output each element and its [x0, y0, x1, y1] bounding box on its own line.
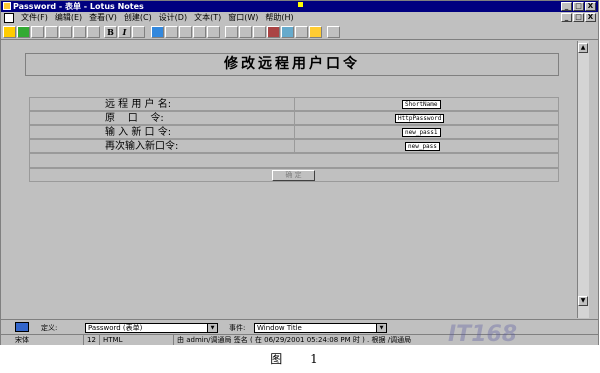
italic-icon[interactable]: I: [118, 26, 131, 38]
event-combo[interactable]: Window Title ▼: [254, 323, 387, 333]
form-row: 原 口 令: HttpPassword: [29, 111, 559, 125]
lotus-notes-window: Password - 表单 - Lotus Notes _ □ X 文件(F) …: [0, 0, 599, 345]
menu-edit[interactable]: 编辑(E): [55, 12, 82, 24]
new-pass-field[interactable]: new_pass: [405, 142, 440, 151]
define-label: 定义:: [41, 324, 58, 332]
form-heading: 修改远程用户口令: [25, 53, 559, 76]
copy-icon[interactable]: [45, 26, 58, 38]
design-icon[interactable]: [151, 26, 164, 38]
chevron-down-icon[interactable]: ▼: [207, 324, 217, 332]
style-icon[interactable]: [309, 26, 322, 38]
scroll-up-button[interactable]: ▲: [578, 43, 588, 53]
menu-create[interactable]: 创建(C): [124, 12, 152, 24]
status-message: 由 admin/调通局 签名 ( 在 06/29/2001 05:24:08 P…: [177, 336, 412, 344]
outdent-icon[interactable]: [295, 26, 308, 38]
form-row: 远 程 用 户 名: ShortName: [29, 97, 559, 111]
title-indicator: [298, 2, 303, 7]
document-icon[interactable]: [4, 13, 14, 23]
align-left-icon[interactable]: [225, 26, 238, 38]
menu-design[interactable]: 设计(D): [159, 12, 187, 24]
menu-file[interactable]: 文件(F): [21, 12, 48, 24]
minimize-button[interactable]: _: [561, 2, 572, 11]
maximize-button[interactable]: □: [573, 2, 584, 11]
menu-help[interactable]: 帮助(H): [265, 12, 293, 24]
align-right-icon[interactable]: [253, 26, 266, 38]
text-color-icon[interactable]: [132, 26, 145, 38]
field-label: 原 口 令:: [105, 113, 164, 124]
close-button[interactable]: X: [585, 2, 596, 11]
table-icon[interactable]: [165, 26, 178, 38]
title-bar: Password - 表单 - Lotus Notes _ □ X: [1, 1, 598, 12]
menu-view[interactable]: 查看(V): [89, 12, 117, 24]
properties-icon[interactable]: [87, 26, 100, 38]
align-center-icon[interactable]: [239, 26, 252, 38]
doc-close-button[interactable]: X: [585, 13, 596, 22]
chevron-down-icon[interactable]: ▼: [376, 324, 386, 332]
list-icon[interactable]: [267, 26, 280, 38]
toolbar: B I: [1, 24, 598, 40]
refresh-icon[interactable]: [17, 26, 30, 38]
define-value: Password (表单): [88, 324, 143, 332]
new-pass1-field[interactable]: new_pass1: [402, 128, 441, 137]
cut-icon[interactable]: [31, 26, 44, 38]
menu-bar: 文件(F) 编辑(E) 查看(V) 创建(C) 设计(D) 文本(T) 窗口(W…: [1, 12, 598, 24]
hotspot-icon[interactable]: [207, 26, 220, 38]
window-title: Password - 表单 - Lotus Notes: [13, 2, 144, 11]
event-label: 事件:: [229, 324, 246, 332]
field-label: 输 入 新 口 令:: [105, 127, 172, 138]
section-icon[interactable]: [193, 26, 206, 38]
field-label: 再次输入新口令:: [105, 141, 179, 152]
paste-icon[interactable]: [59, 26, 72, 38]
scroll-down-button[interactable]: ▼: [578, 296, 588, 306]
vertical-scrollbar[interactable]: ▲ ▼: [577, 41, 589, 318]
form-spacer-row: [29, 153, 559, 168]
design-pane-icon[interactable]: [15, 322, 29, 332]
watermark: IT168: [448, 322, 518, 347]
type-status[interactable]: HTML: [101, 335, 174, 345]
doc-restore-button[interactable]: □: [573, 13, 584, 22]
indent-icon[interactable]: [281, 26, 294, 38]
layout-icon[interactable]: [327, 26, 340, 38]
figure-caption: 图 1: [270, 352, 330, 366]
menu-text[interactable]: 文本(T): [194, 12, 221, 24]
field-icon[interactable]: [179, 26, 192, 38]
field-label: 远 程 用 户 名:: [105, 99, 172, 110]
font-status[interactable]: 宋体: [13, 335, 84, 345]
doc-minimize-button[interactable]: _: [561, 13, 572, 22]
submit-button[interactable]: 确 定: [272, 170, 315, 181]
menu-window[interactable]: 窗口(W): [228, 12, 258, 24]
form-row: 再次输入新口令: new_pass: [29, 139, 559, 153]
httppassword-field[interactable]: HttpPassword: [395, 114, 445, 123]
shortname-field[interactable]: ShortName: [402, 100, 441, 109]
format-icon[interactable]: [73, 26, 86, 38]
form-row: 输 入 新 口 令: new_pass1: [29, 125, 559, 139]
define-combo[interactable]: Password (表单) ▼: [85, 323, 218, 333]
event-value: Window Title: [257, 324, 302, 332]
size-status[interactable]: 12: [85, 335, 100, 345]
bold-icon[interactable]: B: [104, 26, 117, 38]
navigate-icon[interactable]: [3, 26, 16, 38]
app-icon: [3, 2, 11, 10]
submit-row: 确 定: [29, 168, 559, 182]
